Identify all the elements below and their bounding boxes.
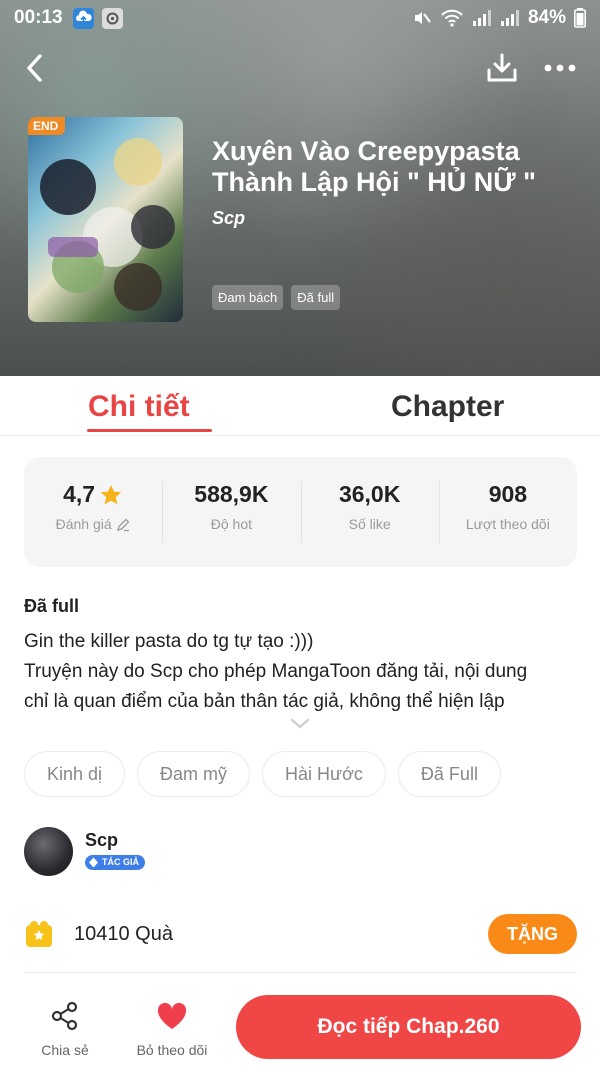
book-header: 00:13 84% END Xuyên Vào Creepypasta Thàn…	[0, 0, 600, 376]
rating-label: Đánh giá	[55, 516, 112, 532]
rating-value: 4,7	[63, 481, 96, 507]
battery-level: 84%	[527, 7, 566, 28]
stat-hotness: 588,9K Độ hot	[162, 477, 300, 547]
signal-icon	[472, 10, 491, 26]
top-nav	[0, 44, 600, 92]
description-line: Gin the killer pasta do tg tự tạo :)))	[24, 631, 314, 652]
book-author[interactable]: Scp	[212, 208, 245, 229]
likes-label: Số like	[348, 516, 391, 532]
wifi-icon	[441, 9, 463, 27]
status-bar: 00:13 84%	[0, 0, 600, 36]
stat-followers: 908 Lượt theo dõi	[438, 477, 577, 547]
expand-description-button[interactable]	[288, 714, 312, 734]
chevron-down-icon	[290, 718, 310, 729]
tab-chapter[interactable]: Chapter	[391, 390, 504, 424]
followers-label: Lượt theo dõi	[465, 516, 550, 532]
diamond-icon	[89, 857, 98, 867]
stat-rating[interactable]: 4,7 Đánh giá	[24, 477, 162, 547]
detail-tabs: Chi tiết Chapter	[0, 376, 600, 436]
author-badge: TÁC GIẢ	[85, 854, 145, 870]
completion-status: Đã full	[24, 596, 80, 616]
heart-icon	[157, 1002, 187, 1029]
book-description[interactable]: Gin the killer pasta do tg tự tạo :))) T…	[24, 627, 584, 717]
stats-panel: 4,7 Đánh giá 588,9K Độ hot 36,0K Số like…	[24, 457, 577, 567]
avatar[interactable]	[24, 826, 73, 876]
hotness-value: 588,9K	[194, 481, 269, 507]
star-icon	[100, 484, 122, 504]
divider	[24, 972, 577, 973]
genre-list: Kinh dị Đam mỹ Hài Hước Đã Full	[24, 751, 501, 797]
book-title: Xuyên Vào Creepypasta Thành Lập Hội " HỦ…	[212, 136, 536, 197]
hotness-label: Độ hot	[210, 516, 252, 532]
author-name: Scp	[85, 829, 119, 850]
continue-reading-button[interactable]: Đọc tiếp Chap.260	[236, 995, 581, 1059]
bottom-action-bar: Chia sẻ Bỏ theo dõi Đọc tiếp Chap.260	[0, 985, 600, 1067]
description-line: chỉ là quan điểm của bản thân tác giả, k…	[24, 691, 505, 712]
book-tag: Đã full	[291, 285, 341, 310]
likes-value: 36,0K	[338, 481, 401, 507]
chevron-left-icon	[27, 54, 42, 82]
mute-icon	[414, 12, 431, 24]
share-icon	[51, 1001, 78, 1031]
author-info[interactable]: Scp TÁC GIẢ	[24, 826, 145, 876]
more-dots-icon	[544, 64, 576, 72]
more-options-button[interactable]	[538, 48, 582, 88]
download-button[interactable]	[482, 48, 522, 88]
share-label: Chia sẻ	[41, 1042, 89, 1058]
edit-icon	[116, 518, 130, 531]
genre-chip[interactable]: Kinh dị	[24, 751, 126, 797]
media-app-icon	[101, 7, 123, 29]
cloud-upload-icon	[72, 7, 94, 29]
followers-value: 908	[488, 481, 528, 507]
genre-chip[interactable]: Hài Hước	[262, 751, 386, 797]
gift-count: 10410 Quà	[74, 922, 173, 945]
gift-icon	[26, 921, 52, 947]
active-tab-indicator	[87, 429, 212, 432]
end-badge: END	[28, 117, 66, 135]
gift-row: 10410 Quà TẶNG	[24, 912, 577, 956]
book-tag: Đam bách	[212, 285, 284, 310]
book-tags: Đam bách Đã full	[212, 285, 341, 310]
unfollow-button[interactable]: Bỏ theo dõi	[126, 1001, 218, 1058]
give-gift-button[interactable]: TẶNG	[488, 914, 577, 954]
stat-likes: 36,0K Số like	[300, 477, 439, 547]
description-line: Truyện này do Scp cho phép MangaToon đăn…	[24, 661, 528, 682]
download-icon	[487, 53, 517, 82]
author-badge-label: TÁC GIẢ	[102, 857, 139, 867]
book-cover[interactable]: END	[28, 117, 183, 322]
share-button[interactable]: Chia sẻ	[30, 1001, 100, 1058]
tab-details[interactable]: Chi tiết	[88, 390, 190, 424]
back-button[interactable]	[18, 48, 52, 88]
genre-chip[interactable]: Đam mỹ	[137, 751, 251, 797]
genre-chip[interactable]: Đã Full	[397, 751, 501, 797]
status-time: 00:13	[14, 7, 63, 28]
battery-icon	[574, 8, 586, 28]
cover-artwork	[40, 138, 175, 311]
unfollow-label: Bỏ theo dõi	[136, 1042, 208, 1058]
signal-icon	[500, 10, 519, 26]
